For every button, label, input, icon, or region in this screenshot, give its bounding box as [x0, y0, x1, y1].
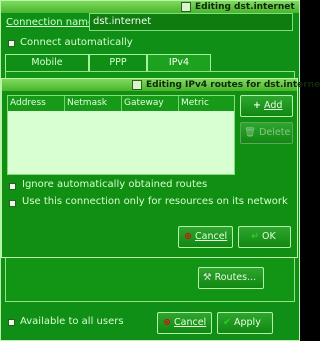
routes-cancel-x-icon: ⊗	[184, 231, 192, 242]
ok-check-icon: ↵	[251, 231, 259, 242]
routes-title-text: Editing IPv4 routes for dst.internet	[146, 80, 320, 90]
tab-ppp-settings[interactable]: PPP Settings	[89, 54, 147, 84]
routes-cancel-label: Cancel	[195, 231, 228, 242]
routes-dialog: Editing IPv4 routes for dst.internet Add…	[1, 78, 320, 258]
ignore-routes-label: Ignore automatically obtained routes	[22, 179, 208, 190]
add-route-button[interactable]: + Add	[240, 95, 293, 117]
column-netmask[interactable]: Netmask	[65, 96, 122, 111]
routes-ok-button[interactable]: ↵ OK	[238, 226, 291, 248]
tab-ipv4-settings[interactable]: IPv4 Settings	[147, 54, 211, 84]
routes-button[interactable]: ⚒ Routes...	[198, 267, 264, 289]
connect-automatically-checkbox[interactable]	[8, 40, 15, 47]
plus-icon: +	[253, 100, 261, 111]
window-close-box[interactable]	[181, 2, 191, 12]
main-title-bar: Editing dst.internet	[1, 1, 299, 13]
routes-ok-label: OK	[262, 231, 276, 242]
wrench-icon: ⚒	[203, 272, 212, 283]
trash-icon: 🗑	[244, 127, 257, 138]
column-gateway[interactable]: Gateway	[122, 96, 179, 111]
routes-label: Routes...	[214, 272, 257, 283]
apply-label: Apply	[234, 317, 261, 328]
column-address[interactable]: Address	[8, 96, 65, 111]
dialog-close-box[interactable]	[132, 80, 142, 90]
cancel-x-icon: ⊗	[163, 317, 171, 328]
routes-title-bar: Editing IPv4 routes for dst.internet	[2, 79, 320, 91]
main-title-text: Editing dst.internet	[195, 2, 295, 12]
apply-button[interactable]: ✔ Apply	[217, 312, 273, 334]
available-to-all-checkbox[interactable]	[8, 319, 15, 326]
main-cancel-button[interactable]: ⊗ Cancel	[157, 312, 212, 334]
connect-automatically-label: Connect automatically	[20, 37, 133, 48]
main-cancel-label: Cancel	[174, 317, 207, 328]
connection-name-label: Connection name:	[6, 17, 98, 28]
delete-route-button[interactable]: 🗑 Delete	[240, 122, 293, 144]
routes-cancel-button[interactable]: ⊗ Cancel	[178, 226, 233, 248]
only-resources-label: Use this connection only for resources o…	[22, 196, 288, 207]
routes-table[interactable]: Address Netmask Gateway Metric	[7, 95, 235, 175]
add-label: Add	[264, 100, 283, 111]
delete-label: Delete	[259, 127, 291, 138]
column-metric[interactable]: Metric	[179, 96, 234, 111]
tab-mobile-broadband[interactable]: Mobile Broadband	[5, 54, 89, 84]
only-resources-checkbox[interactable]	[9, 200, 16, 207]
ignore-routes-checkbox[interactable]	[9, 183, 16, 190]
available-to-all-label: Available to all users	[20, 316, 124, 327]
apply-check-icon: ✔	[223, 317, 231, 328]
connection-name-input[interactable]: dst.internet	[89, 13, 293, 31]
